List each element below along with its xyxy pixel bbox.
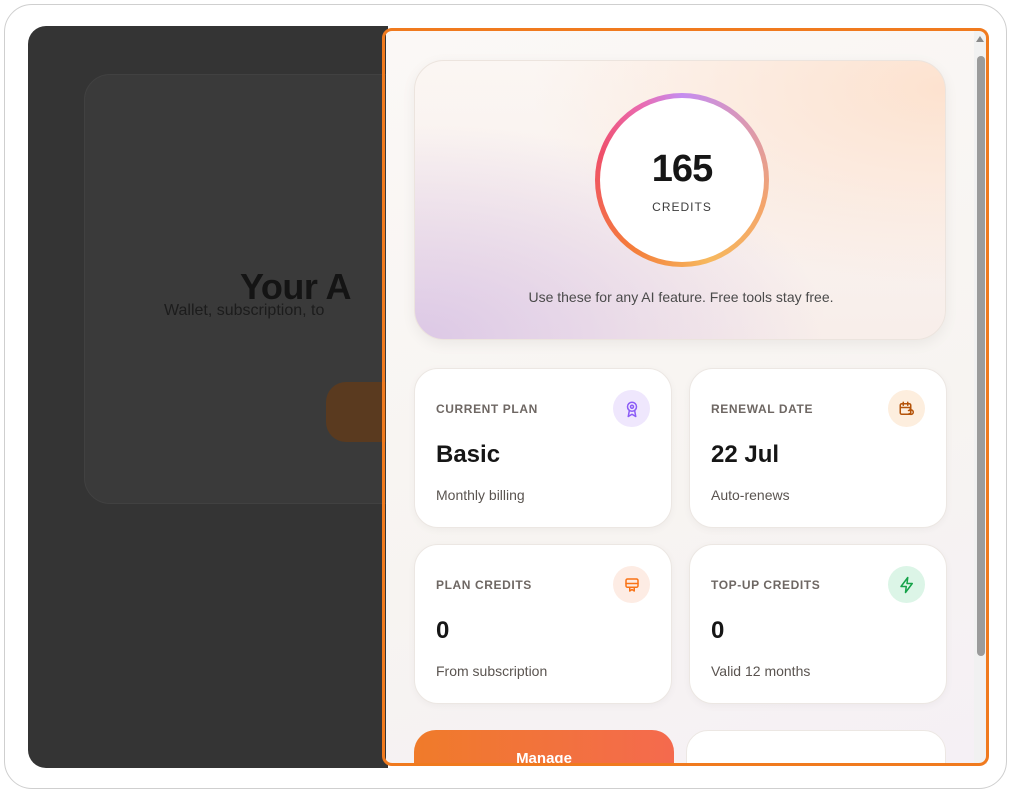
current-plan-card: CURRENT PLAN Basic Monthly billing: [414, 368, 672, 528]
renewal-date-card: RENEWAL DATE 22 Jul Auto-renews: [689, 368, 947, 528]
scrollbar-thumb[interactable]: [977, 56, 985, 656]
credits-ring: 165 CREDITS: [595, 93, 769, 267]
plan-badge-icon: [613, 566, 650, 603]
credits-caption: Use these for any AI feature. Free tools…: [528, 289, 834, 305]
background-page-subtitle: Wallet, subscription, to: [164, 302, 325, 319]
credits-label: CREDITS: [652, 200, 712, 214]
wallet-drawer: 165 CREDITS Use these for any AI feature…: [386, 30, 976, 764]
topup-credits-validity: Valid 12 months: [711, 663, 811, 679]
topup-credits-label: TOP-UP CREDITS: [711, 578, 821, 592]
renewal-date-note: Auto-renews: [711, 487, 790, 503]
award-ribbon-icon: [613, 390, 650, 427]
plan-credits-label: PLAN CREDITS: [436, 578, 532, 592]
plan-credits-source: From subscription: [436, 663, 548, 679]
current-plan-billing: Monthly billing: [436, 487, 525, 503]
credits-ring-inner: 165 CREDITS: [600, 98, 764, 262]
lightning-bolt-icon: [888, 566, 925, 603]
current-plan-value: Basic: [436, 441, 501, 468]
renewal-date-value: 22 Jul: [711, 441, 780, 468]
plan-credits-card: PLAN CREDITS 0 From subscription: [414, 544, 672, 704]
credits-balance: 165: [651, 148, 713, 190]
renewal-date-label: RENEWAL DATE: [711, 402, 814, 416]
current-plan-label: CURRENT PLAN: [436, 402, 538, 416]
topup-credits-value: 0: [711, 617, 725, 644]
calendar-refresh-icon: [888, 390, 925, 427]
background-button: [326, 382, 386, 442]
manage-subscription-button[interactable]: Manage: [414, 730, 674, 764]
scroll-up-arrow-icon[interactable]: [976, 36, 984, 42]
secondary-action-button[interactable]: [686, 730, 946, 764]
plan-credits-value: 0: [436, 617, 450, 644]
credits-summary-card: 165 CREDITS Use these for any AI feature…: [414, 60, 946, 340]
topup-credits-card: TOP-UP CREDITS 0 Valid 12 months: [689, 544, 947, 704]
